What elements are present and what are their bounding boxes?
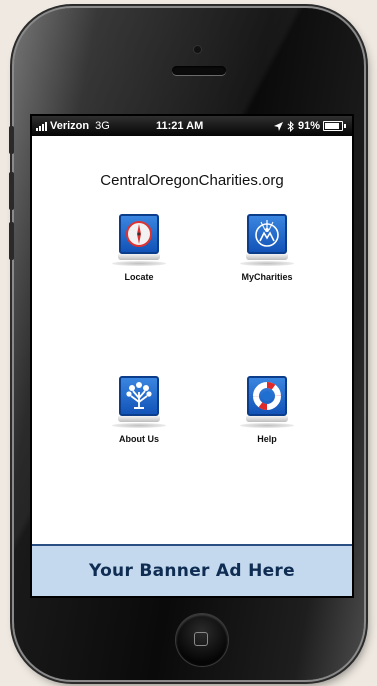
tile-shadow <box>112 423 166 428</box>
tile-locate[interactable]: Locate <box>84 214 194 282</box>
tile-label-mycharities: MyCharities <box>241 272 293 282</box>
volume-up-button[interactable] <box>9 172 14 210</box>
home-button[interactable] <box>176 614 228 666</box>
tile-shadow <box>240 423 294 428</box>
compass-icon <box>119 214 159 254</box>
banner-ad[interactable]: Your Banner Ad Here <box>32 544 352 596</box>
life-preserver-icon <box>247 376 287 416</box>
tile-help[interactable]: Help <box>212 376 322 444</box>
status-bar: Verizon 3G 11:21 AM 91% <box>32 116 352 136</box>
signal-strength-icon <box>36 121 48 131</box>
network-type: 3G <box>95 120 110 132</box>
tile-about-us[interactable]: About Us <box>84 376 194 444</box>
site-title: CentralOregonCharities.org <box>100 172 284 189</box>
mute-switch[interactable] <box>9 126 14 154</box>
tile-label-about-us: About Us <box>119 434 159 444</box>
earpiece-speaker <box>172 66 226 75</box>
tree-icon <box>119 376 159 416</box>
phone-screen: Verizon 3G 11:21 AM 91% CentralOregonCha… <box>32 116 352 596</box>
tile-mycharities[interactable]: MyCharities <box>212 214 322 282</box>
location-arrow-icon <box>273 121 283 131</box>
tile-label-locate: Locate <box>124 272 154 282</box>
volume-down-button[interactable] <box>9 222 14 260</box>
front-camera-icon <box>194 46 201 53</box>
carrier-indicator: Verizon 3G <box>36 120 110 132</box>
banner-ad-text: Your Banner Ad Here <box>89 561 295 581</box>
tile-label-help: Help <box>257 434 277 444</box>
tile-shadow <box>112 261 166 266</box>
tile-shadow <box>240 261 294 266</box>
carrier-name: Verizon <box>50 120 90 132</box>
battery-percentage: 91% <box>297 120 320 132</box>
home-square-icon <box>194 632 208 646</box>
battery-icon <box>323 121 343 131</box>
charity-hands-icon <box>247 214 287 254</box>
clock: 11:21 AM <box>156 120 204 132</box>
battery-tip <box>344 124 346 128</box>
bluetooth-icon <box>287 120 294 132</box>
status-right-group: 91% <box>273 120 346 132</box>
